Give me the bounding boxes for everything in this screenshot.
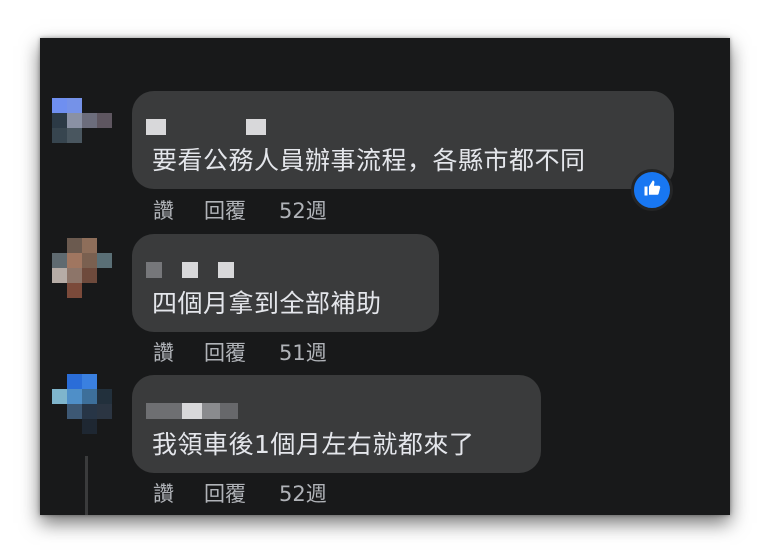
comment-text: 要看公務人員辦事流程，各縣市都不同 [152,146,586,175]
reply-link[interactable]: 回覆 [204,478,246,508]
comment-actions: 讚 回覆 52週 [153,478,327,508]
redacted-author-name[interactable] [146,403,238,419]
comments-panel: 要看公務人員辦事流程，各縣市都不同 讚 回覆 52週 四個月拿到全部補助 讚 回… [40,38,730,515]
like-link[interactable]: 讚 [153,478,174,508]
timestamp-link[interactable]: 52週 [279,195,327,225]
reply-link[interactable]: 回覆 [204,337,246,367]
comment-bubble: 四個月拿到全部補助 [132,234,439,332]
reply-thread-line [85,456,88,515]
thumbs-up-icon [643,179,661,201]
reply-link[interactable]: 回覆 [204,195,246,225]
comment-actions: 讚 回覆 51週 [153,337,327,367]
comment-bubble: 我領車後1個月左右就都來了 [132,375,541,473]
redacted-author-name[interactable] [146,119,266,135]
like-link[interactable]: 讚 [153,337,174,367]
comment-actions: 讚 回覆 52週 [153,195,327,225]
redacted-author-name[interactable] [146,262,234,278]
comment-bubble: 要看公務人員辦事流程，各縣市都不同 [132,91,674,189]
avatar[interactable] [52,374,112,434]
like-link[interactable]: 讚 [153,195,174,225]
avatar[interactable] [52,238,112,298]
timestamp-link[interactable]: 52週 [279,478,327,508]
comment-text: 我領車後1個月左右就都來了 [152,430,475,459]
comment-text: 四個月拿到全部補助 [152,289,382,318]
avatar[interactable] [52,98,112,158]
timestamp-link[interactable]: 51週 [279,337,327,367]
like-reaction-badge[interactable] [631,169,673,211]
